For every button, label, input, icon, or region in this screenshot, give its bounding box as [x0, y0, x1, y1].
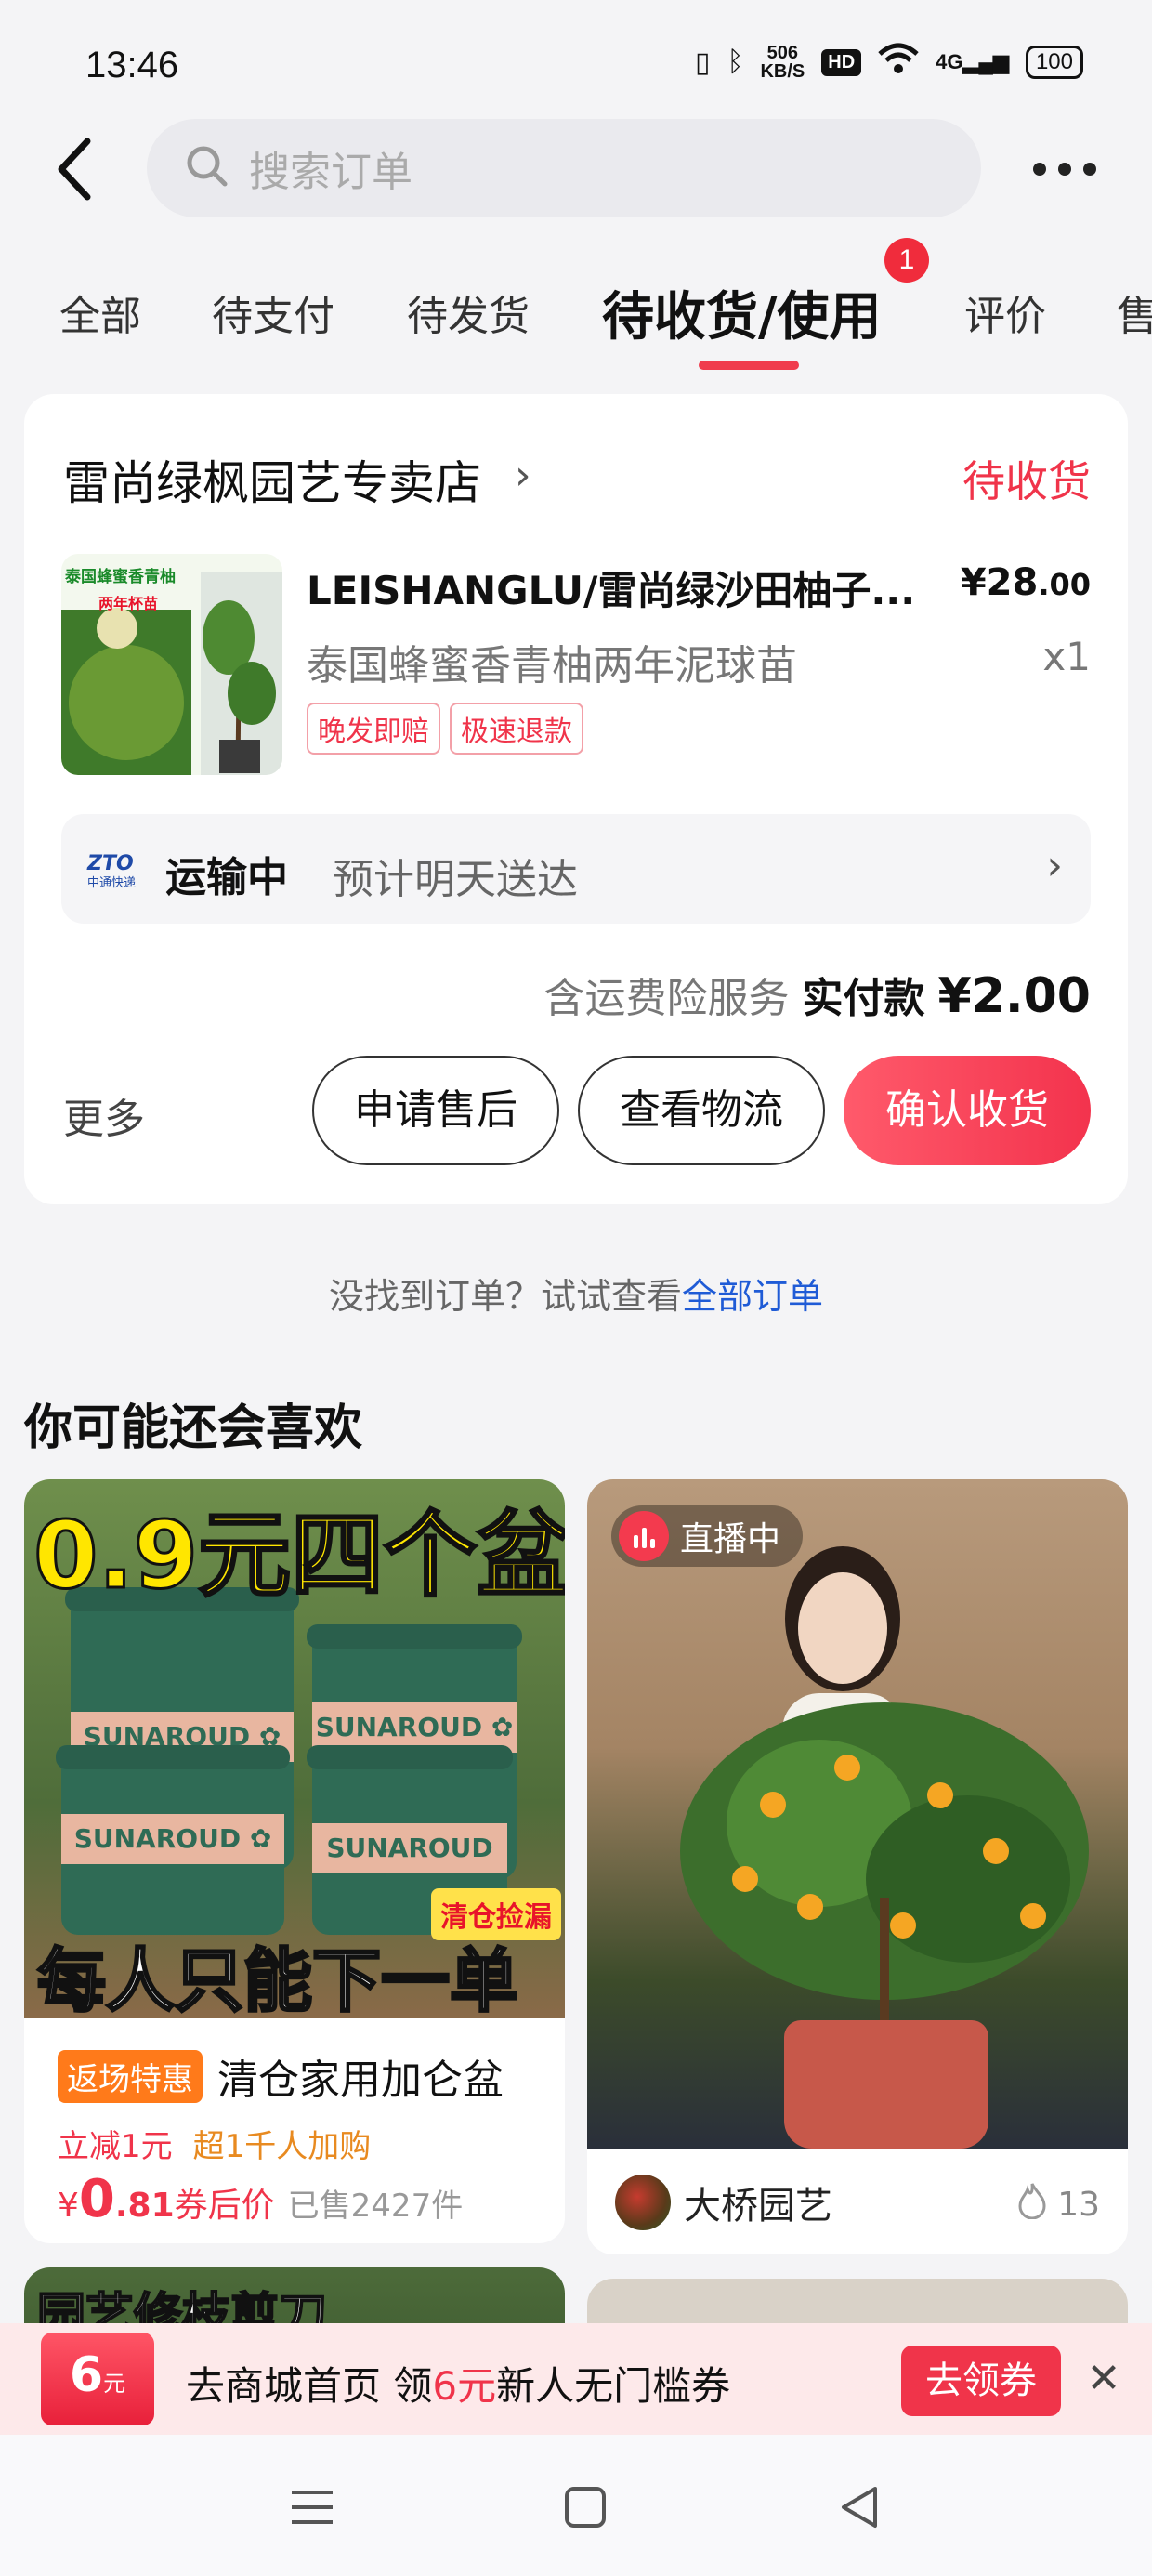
shop-name[interactable]: 雷尚绿枫园艺专卖店	[63, 446, 481, 513]
order-not-found-hint: 没找到订单？试试查看全部订单	[328, 1276, 824, 1317]
wifi-icon	[878, 43, 919, 82]
product-tags: 晚发即赔 极速退款	[307, 703, 583, 755]
shipping-status: 运输中	[165, 854, 288, 901]
apply-after-sale-button[interactable]: 申请售后	[312, 1056, 559, 1165]
recommend-title: 你可能还会喜欢	[24, 1400, 363, 1456]
recommend-card-live[interactable]: 直播中 大桥园艺 13	[587, 1479, 1128, 2254]
back-triangle-icon[interactable]	[832, 2479, 888, 2535]
svg-text:ZTO: ZTO	[86, 852, 134, 875]
bluetooth-icon: ᛒ	[727, 46, 744, 77]
product-quantity: x1	[1042, 634, 1091, 679]
coupon-badge: 6元	[41, 2333, 154, 2425]
order-status: 待收货	[962, 456, 1091, 506]
tag-late-compensation: 晚发即赔	[307, 703, 440, 755]
red-pot-graphic	[784, 2020, 988, 2149]
author-name: 大桥园艺	[684, 2185, 832, 2228]
card-title-row: 返场特惠 清仓家用加仑盆	[58, 2046, 504, 2106]
new-user-coupon-banner[interactable]: 6元 去商城首页 领6元新人无门槛券 去领券 ✕	[0, 2323, 1152, 2435]
tab-pending-receipt[interactable]: 待收货/使用	[602, 275, 881, 350]
search-placeholder: 搜索订单	[249, 149, 412, 196]
status-time: 13:46	[85, 45, 179, 85]
live-badge: 直播中	[611, 1505, 804, 1567]
menu-icon[interactable]	[284, 2479, 340, 2535]
confirm-receipt-button[interactable]: 确认收货	[844, 1056, 1091, 1165]
avatar	[615, 2175, 671, 2230]
card-price: ¥0.81券后价 已售2427件	[58, 2169, 464, 2229]
status-bar: 13:46 ▯ ᛒ 506 KB/S HD 4G▂▄▆ 100	[0, 0, 1152, 130]
tab-all[interactable]: 全部	[59, 283, 141, 342]
product-image[interactable]: 泰国蜂蜜香青柚 两年杯苗	[61, 554, 282, 775]
product-title[interactable]: LEISHANGLU/雷尚绿沙田柚子...	[307, 559, 938, 616]
more-icon[interactable]	[1033, 158, 1096, 180]
chevron-right-icon[interactable]: ›	[515, 452, 531, 499]
pot-graphic: SUNAROUD ✿ SUN	[56, 1745, 290, 1935]
author-info[interactable]: 大桥园艺	[615, 2175, 832, 2230]
likes-count: 13	[1016, 2182, 1100, 2228]
tab-review[interactable]: 评价	[964, 283, 1046, 342]
payment-currency: ¥	[937, 968, 972, 1024]
flame-icon	[1016, 2182, 1048, 2228]
card-title: 清仓家用加仑盆	[217, 2057, 504, 2104]
zto-logo-icon: ZTO 中通快递	[85, 848, 147, 892]
card-promo-line: 立减1元 超1千人加购	[58, 2128, 372, 2165]
tab-pending-payment[interactable]: 待支付	[212, 283, 334, 342]
signal-icon: 4G▂▄▆	[936, 50, 1009, 73]
vibrate-icon: ▯	[694, 46, 711, 78]
search-icon	[184, 143, 230, 193]
home-icon[interactable]	[557, 2479, 613, 2535]
tag-fast-refund: 极速退款	[450, 703, 583, 755]
return-special-badge: 返场特惠	[58, 2049, 203, 2103]
more-actions-link[interactable]: 更多	[63, 1085, 145, 1145]
insurance-note: 含运费险服务	[543, 975, 790, 1022]
status-icons: ▯ ᛒ 506 KB/S HD 4G▂▄▆ 100	[695, 43, 1083, 82]
net-speed: 506 KB/S	[760, 43, 805, 82]
payment-amount: 2.00	[971, 968, 1091, 1024]
battery-icon: 100	[1025, 46, 1083, 79]
product-image[interactable]: SUNAROUD ✿ SUN SUNAROUD ✿ SUN SUNAROUD ✿…	[24, 1479, 565, 2023]
live-stream-image[interactable]: 直播中	[587, 1479, 1128, 2149]
search-input[interactable]: 搜索订单	[147, 119, 981, 217]
tab-pending-shipment[interactable]: 待发货	[407, 283, 530, 342]
shipping-eta: 预计明天送达	[333, 856, 578, 903]
view-logistics-button[interactable]: 查看物流	[578, 1056, 825, 1165]
promo-subline: 每人只能下一单	[36, 1940, 520, 2023]
active-tab-indicator	[699, 361, 799, 370]
live-bars-icon	[619, 1511, 669, 1561]
product-spec: 泰国蜂蜜香青柚两年泥球苗	[307, 642, 797, 690]
shipping-status-row[interactable]: ZTO 中通快递 运输中 预计明天送达 ›	[61, 814, 1091, 924]
close-icon[interactable]: ✕	[1076, 2351, 1132, 2407]
svg-text:中通快递: 中通快递	[87, 876, 136, 890]
back-arrow-icon[interactable]	[48, 132, 104, 206]
chevron-right-icon: ›	[1046, 842, 1063, 889]
coupon-text: 去商城首页 领6元新人无门槛券	[186, 2363, 731, 2409]
tab-badge-count: 1	[884, 238, 929, 283]
product-image-caption: 泰国蜂蜜香青柚	[65, 568, 176, 586]
recommend-card-pots[interactable]: SUNAROUD ✿ SUN SUNAROUD ✿ SUN SUNAROUD ✿…	[24, 1479, 565, 2243]
claim-coupon-button[interactable]: 去领券	[901, 2346, 1061, 2416]
all-orders-link[interactable]: 全部订单	[682, 1276, 823, 1317]
product-price: ¥28.00	[960, 561, 1091, 604]
system-nav-bar	[0, 2435, 1152, 2576]
product-image-subcaption: 两年杯苗	[98, 595, 159, 612]
payment-label: 实付款	[802, 975, 925, 1022]
promo-headline: 0.9元四个盆	[32, 1500, 565, 1611]
tab-after-sale[interactable]: 售	[1117, 283, 1152, 342]
order-tabs: 全部 待支付 待发货 待收货/使用 评价 售	[0, 260, 1152, 372]
orange-tree-graphic	[680, 1702, 1089, 2046]
hd-icon: HD	[821, 48, 862, 76]
payment-summary: 含运费险服务 实付款 ¥2.00	[544, 965, 1092, 1024]
